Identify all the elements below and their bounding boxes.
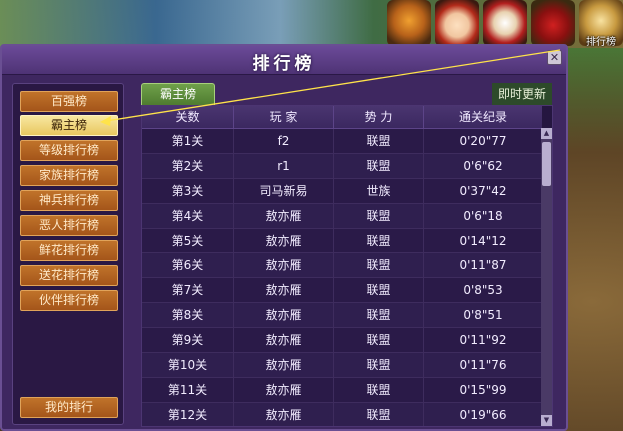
cell-record: 0'11"76 [459, 358, 507, 373]
cell-record: 0'6"62 [463, 158, 503, 173]
my-rank-button[interactable]: 我的排行 [20, 397, 118, 418]
tab-overlord[interactable]: 霸主榜 [141, 83, 215, 105]
table-row[interactable]: 第2关 r1 联盟 0'6"62 [142, 153, 542, 179]
close-button[interactable]: ✕ [547, 50, 562, 65]
cell-stage: 第1关 [142, 129, 234, 153]
cell-faction: 联盟 [334, 253, 424, 278]
cell-record: 0'20"77 [459, 134, 507, 148]
cell-player: r1 [234, 153, 334, 178]
cell-record: 0'8"51 [463, 308, 503, 323]
menu-item-level[interactable]: 等级排行榜 [20, 140, 118, 161]
table-row[interactable]: 第12关 敖亦雁 联盟 0'19"66 [142, 402, 542, 426]
cell-faction: 联盟 [334, 203, 424, 228]
cell-player: 敖亦雁 [234, 402, 334, 426]
warrior-avatar-icon[interactable] [435, 0, 479, 46]
table-row[interactable]: 第11关 敖亦雁 联盟 0'15"99 [142, 377, 542, 403]
banner-icon[interactable] [483, 0, 527, 46]
cell-faction: 联盟 [334, 303, 424, 328]
cell-stage: 第6关 [142, 253, 234, 278]
cell-stage: 第2关 [142, 153, 234, 178]
cell-stage: 第9关 [142, 328, 234, 353]
scroll-rank-icon[interactable]: 排行榜 [579, 0, 623, 48]
cell-record: 0'14"12 [459, 233, 507, 248]
close-icon: ✕ [549, 51, 560, 64]
table-row[interactable]: 第5关 敖亦雁 联盟 0'14"12 [142, 228, 542, 254]
panel-titlebar[interactable]: 排行榜 ✕ [2, 46, 566, 75]
header-stage: 关数 [142, 106, 234, 128]
table-row[interactable]: 第1关 f2 联盟 0'20"77 [142, 129, 542, 154]
table-row[interactable]: 第3关 司马新易 世族 0'37"42 [142, 178, 542, 204]
cell-stage: 第10关 [142, 353, 234, 377]
header-record: 通关纪录 [458, 110, 507, 124]
table-row[interactable]: 第9关 敖亦雁 联盟 0'11"92 [142, 328, 542, 354]
cell-stage: 第5关 [142, 228, 234, 253]
cell-record: 0'15"99 [459, 382, 507, 397]
cell-faction: 联盟 [334, 228, 424, 253]
cell-stage: 第8关 [142, 303, 234, 328]
cell-stage: 第3关 [142, 178, 234, 203]
cell-faction: 联盟 [334, 402, 424, 426]
cell-faction: 联盟 [334, 278, 424, 303]
table-row[interactable]: 第8关 敖亦雁 联盟 0'8"51 [142, 303, 542, 329]
cell-player: 敖亦雁 [234, 328, 334, 353]
cell-faction: 联盟 [334, 377, 424, 402]
cell-player: 敖亦雁 [234, 253, 334, 278]
scroll-down-icon[interactable]: ▼ [541, 415, 552, 426]
cell-record: 0'11"92 [459, 333, 507, 348]
cell-stage: 第11关 [142, 377, 234, 402]
scroll-up-icon[interactable]: ▲ [541, 128, 552, 139]
menu-item-gift-flower[interactable]: 送花排行榜 [20, 265, 118, 286]
table-row[interactable]: 第6关 敖亦雁 联盟 0'11"87 [142, 253, 542, 279]
cell-record: 0'37"42 [459, 183, 507, 198]
table-row[interactable]: 第4关 敖亦雁 联盟 0'6"18 [142, 203, 542, 229]
table-header: 关数 玩 家 势 力 通关纪录 [142, 106, 542, 129]
cell-stage: 第12关 [142, 402, 234, 426]
cell-faction: 世族 [334, 178, 424, 203]
ranking-table: 关数 玩 家 势 力 通关纪录 第1关 f2 联盟 0'20"77 第2关 r1 联盟 0'6… [141, 105, 553, 427]
menu-item-flower[interactable]: 鲜花排行榜 [20, 240, 118, 261]
cell-player: 敖亦雁 [234, 353, 334, 377]
cell-stage: 第4关 [142, 203, 234, 228]
header-faction: 势 力 [334, 106, 424, 128]
cell-faction: 联盟 [334, 328, 424, 353]
cell-record: 0'6"18 [463, 208, 503, 223]
cell-player: f2 [234, 129, 334, 153]
scroll-thumb[interactable] [542, 142, 551, 186]
arena-icon[interactable] [531, 0, 575, 46]
ranking-panel: 排行榜 ✕ 百强榜 霸主榜 等级排行榜 家族排行榜 神兵排行榜 恶人排行榜 鲜花… [0, 44, 568, 431]
table-body: 第1关 f2 联盟 0'20"77 第2关 r1 联盟 0'6"62 第3关 司马新易 世族 0'37… [142, 129, 542, 426]
cell-player: 敖亦雁 [234, 203, 334, 228]
cell-player: 敖亦雁 [234, 377, 334, 402]
menu-item-top100[interactable]: 百强榜 [20, 91, 118, 112]
cell-faction: 联盟 [334, 153, 424, 178]
table-row[interactable]: 第7关 敖亦雁 联盟 0'8"53 [142, 278, 542, 304]
menu-item-family[interactable]: 家族排行榜 [20, 165, 118, 186]
menu-item-partner[interactable]: 伙伴排行榜 [20, 290, 118, 311]
category-menu: 百强榜 霸主榜 等级排行榜 家族排行榜 神兵排行榜 恶人排行榜 鲜花排行榜 送花… [12, 83, 124, 425]
cell-stage: 第7关 [142, 278, 234, 303]
panel-title: 排行榜 [252, 54, 316, 74]
menu-item-weapon[interactable]: 神兵排行榜 [20, 190, 118, 211]
cell-player: 司马新易 [234, 178, 334, 203]
cell-record: 0'11"87 [459, 258, 507, 273]
cell-faction: 联盟 [334, 129, 424, 153]
menu-item-overlord[interactable]: 霸主榜 [20, 115, 118, 136]
cell-record: 0'19"66 [459, 407, 507, 422]
cell-record: 0'8"53 [463, 283, 503, 298]
tiger-icon[interactable] [387, 0, 431, 46]
realtime-update-label: 即时更新 [492, 83, 552, 105]
header-player: 玩 家 [234, 106, 334, 128]
table-row[interactable]: 第10关 敖亦雁 联盟 0'11"76 [142, 353, 542, 378]
scroll-rank-label: 排行榜 [586, 37, 616, 48]
cell-player: 敖亦雁 [234, 228, 334, 253]
cell-player: 敖亦雁 [234, 303, 334, 328]
cell-player: 敖亦雁 [234, 278, 334, 303]
cell-faction: 联盟 [334, 353, 424, 377]
menu-item-villain[interactable]: 恶人排行榜 [20, 215, 118, 236]
